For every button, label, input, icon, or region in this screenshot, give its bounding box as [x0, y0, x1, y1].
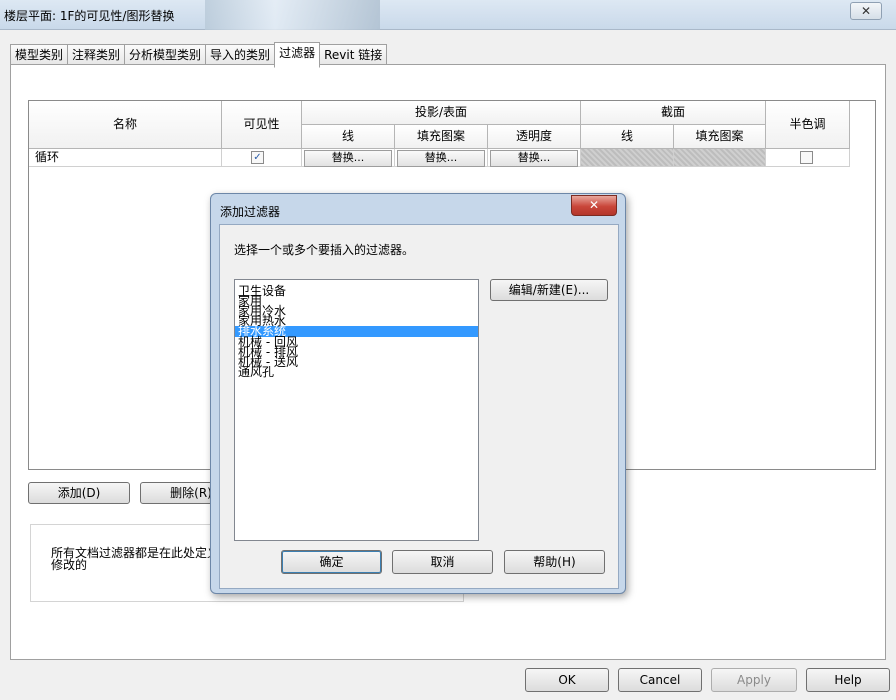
- row-halftone-cell: [766, 149, 850, 167]
- tab-filters[interactable]: 过滤器: [274, 42, 321, 68]
- dialog-title: 添加过滤器: [220, 205, 281, 219]
- dialog-prompt: 选择一个或多个要插入的过滤器。: [234, 243, 415, 257]
- row-cut-line-cell: [581, 149, 674, 167]
- header-projection-transparency: 透明度: [488, 125, 581, 149]
- row-proj-line-cell: 替换...: [302, 149, 395, 167]
- apply-button[interactable]: Apply: [711, 668, 797, 692]
- tab-strip: 模型类别 注释类别 分析模型类别 导入的类别 过滤器 Revit 链接: [10, 42, 388, 68]
- dialog-help-button[interactable]: 帮助(H): [504, 550, 605, 574]
- list-item[interactable]: 通风孔: [235, 366, 478, 378]
- header-halftone: 半色调: [766, 101, 850, 149]
- list-item[interactable]: 卫生设备: [235, 285, 478, 297]
- halftone-checkbox[interactable]: [800, 151, 813, 164]
- header-cut-line: 线: [581, 125, 674, 149]
- ok-button[interactable]: OK: [525, 668, 609, 692]
- header-projection-surface: 投影/表面: [302, 101, 581, 125]
- dialog-cancel-button[interactable]: 取消: [392, 550, 493, 574]
- tab-annotation-categories[interactable]: 注释类别: [67, 44, 126, 66]
- header-cut: 截面: [581, 101, 766, 125]
- add-filter-dialog: 添加过滤器 ✕ 选择一个或多个要插入的过滤器。 卫生设备 家用 家用冷水 家用热…: [210, 193, 626, 594]
- window-title: 楼层平面: 1F的可见性/图形替换: [4, 9, 175, 23]
- cancel-button[interactable]: Cancel: [618, 668, 702, 692]
- tab-revit-links[interactable]: Revit 链接: [319, 44, 388, 66]
- close-icon: ✕: [860, 4, 872, 18]
- titlebar-background-graphic: [205, 0, 380, 30]
- dialog-close-button[interactable]: ✕: [571, 195, 617, 216]
- row-name: 循环: [29, 149, 222, 167]
- row-visibility-cell: ✓: [222, 149, 302, 167]
- dialog-ok-button[interactable]: 确定: [281, 550, 382, 574]
- override-transparency-button[interactable]: 替换...: [490, 150, 578, 167]
- tab-analytical-model-categories[interactable]: 分析模型类别: [124, 44, 207, 66]
- window-titlebar: 楼层平面: 1F的可见性/图形替换: [0, 0, 896, 30]
- header-name: 名称: [29, 101, 222, 149]
- window-close-button[interactable]: ✕: [850, 2, 882, 20]
- header-cut-fill: 填充图案: [674, 125, 766, 149]
- header-projection-fill: 填充图案: [395, 125, 488, 149]
- row-cut-fill-cell: [674, 149, 766, 167]
- header-projection-line: 线: [302, 125, 395, 149]
- visibility-checkbox[interactable]: ✓: [251, 151, 264, 164]
- tab-model-categories[interactable]: 模型类别: [10, 44, 69, 66]
- close-icon: ✕: [588, 198, 600, 212]
- tab-imported-categories[interactable]: 导入的类别: [205, 44, 276, 66]
- dialog-body: 选择一个或多个要插入的过滤器。 卫生设备 家用 家用冷水 家用热水 排水系统 机…: [219, 224, 619, 589]
- header-visibility: 可见性: [222, 101, 302, 149]
- override-fill-button[interactable]: 替换...: [397, 150, 485, 167]
- row-proj-fill-cell: 替换...: [395, 149, 488, 167]
- help-button[interactable]: Help: [806, 668, 890, 692]
- add-filter-button[interactable]: 添加(D): [28, 482, 130, 504]
- edit-new-button[interactable]: 编辑/新建(E)...: [490, 279, 608, 301]
- row-proj-transparency-cell: 替换...: [488, 149, 581, 167]
- filter-listbox[interactable]: 卫生设备 家用 家用冷水 家用热水 排水系统 机械 - 回风 机械 - 排风 机…: [234, 279, 479, 541]
- override-line-button[interactable]: 替换...: [304, 150, 392, 167]
